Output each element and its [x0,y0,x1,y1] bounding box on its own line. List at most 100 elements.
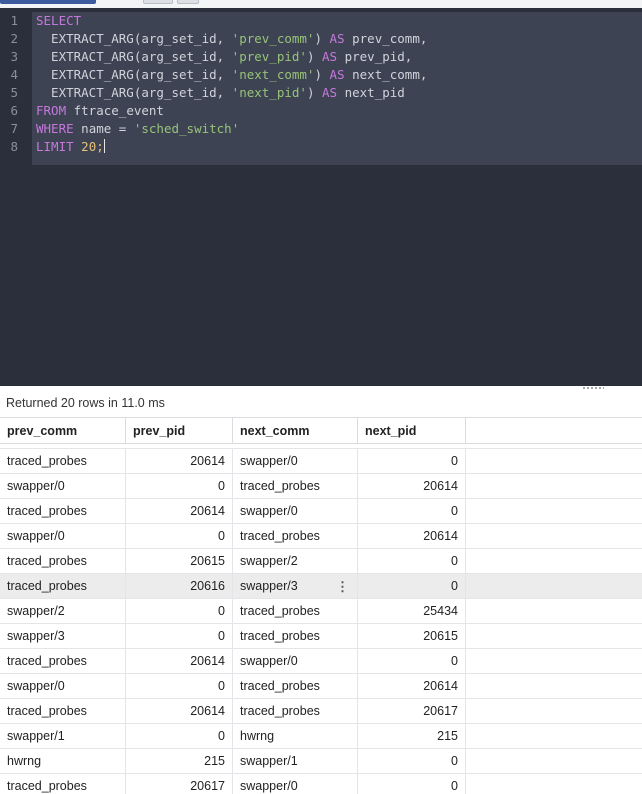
table-row[interactable]: traced_probes 20614 swapper/0 0 [0,649,642,674]
code-token: 'prev_comm' [231,31,315,46]
cell-next-comm[interactable]: hwrng [233,724,358,749]
cell-prev-comm[interactable]: swapper/2 [0,599,126,624]
code-line[interactable]: 8 LIMIT 20; [0,138,642,156]
cell-next-pid[interactable]: 215 [358,724,466,749]
cell-filler [466,474,642,499]
cell-next-comm[interactable]: swapper/1 [233,749,358,774]
cell-next-pid[interactable]: 0 [358,649,466,674]
cell-prev-pid[interactable]: 20617 [126,774,233,794]
cell-prev-comm[interactable]: traced_probes [0,549,126,574]
table-row[interactable]: traced_probes 20617 swapper/0 0 [0,774,642,794]
cell-next-comm[interactable]: traced_probes [233,674,358,699]
toolbar-button[interactable] [143,0,173,4]
cell-prev-comm[interactable]: traced_probes [0,574,126,599]
cell-prev-pid[interactable]: 215 [126,749,233,774]
table-row[interactable]: swapper/0 0 traced_probes 20614 [0,524,642,549]
cell-prev-comm[interactable]: swapper/0 [0,474,126,499]
cell-next-pid[interactable]: 0 [358,549,466,574]
table-row[interactable]: swapper/0 0 traced_probes 20614 [0,674,642,699]
cell-next-pid[interactable]: 25434 [358,599,466,624]
cell-prev-comm[interactable]: swapper/0 [0,674,126,699]
resize-bar[interactable] [0,386,642,392]
cell-text: swapper/2 [240,554,298,568]
cell-next-comm[interactable]: traced_probes [233,624,358,649]
cell-text: 0 [218,529,225,543]
column-header-prev-comm[interactable]: prev_comm [0,418,126,444]
table-row[interactable]: swapper/2 0 traced_probes 25434 [0,599,642,624]
cell-prev-comm[interactable]: traced_probes [0,449,126,474]
cell-next-pid[interactable]: 0 [358,774,466,794]
code-line[interactable]: 2 EXTRACT_ARG(arg_set_id, 'prev_comm') A… [0,30,642,48]
drag-handle-icon[interactable] [582,386,604,390]
cell-next-pid[interactable]: 0 [358,449,466,474]
cell-prev-pid[interactable]: 20615 [126,549,233,574]
code-line[interactable]: 1 SELECT [0,12,642,30]
cell-text: 20615 [190,554,225,568]
sql-editor[interactable]: 1 SELECT 2 EXTRACT_ARG(arg_set_id, 'prev_c… [0,8,642,386]
cell-next-comm[interactable]: traced_probes [233,474,358,499]
cell-prev-comm[interactable]: swapper/1 [0,724,126,749]
cell-next-pid[interactable]: 20617 [358,699,466,724]
column-header-next-pid[interactable]: next_pid [358,418,466,444]
table-row[interactable]: traced_probes 20614 traced_probes 20617 [0,699,642,724]
run-query-button[interactable] [0,0,96,4]
toolbar-button[interactable] [177,0,199,4]
cell-text: 215 [204,754,225,768]
table-row[interactable]: traced_probes 20615 swapper/2 0 [0,549,642,574]
cell-prev-pid[interactable]: 20614 [126,449,233,474]
cell-prev-pid[interactable]: 0 [126,474,233,499]
cell-text: 20614 [190,454,225,468]
cell-next-pid[interactable]: 0 [358,574,466,599]
code-line[interactable]: 7 WHERE name = 'sched_switch' [0,120,642,138]
cell-prev-pid[interactable]: 0 [126,524,233,549]
cell-prev-comm[interactable]: traced_probes [0,699,126,724]
cell-prev-comm[interactable]: swapper/0 [0,524,126,549]
cell-next-pid[interactable]: 20614 [358,474,466,499]
table-row[interactable]: traced_probes 20614 swapper/0 0 [0,449,642,474]
cell-prev-pid[interactable]: 20616 [126,574,233,599]
cell-prev-pid[interactable]: 0 [126,599,233,624]
cell-next-pid[interactable]: 20614 [358,524,466,549]
cell-prev-pid[interactable]: 20614 [126,649,233,674]
cell-prev-comm[interactable]: traced_probes [0,649,126,674]
cell-next-comm[interactable]: swapper/0 [233,649,358,674]
cell-prev-pid[interactable]: 0 [126,674,233,699]
code-line[interactable]: 4 EXTRACT_ARG(arg_set_id, 'next_comm') A… [0,66,642,84]
cell-prev-pid[interactable]: 0 [126,624,233,649]
cell-text: 20614 [190,504,225,518]
line-code: FROM ftrace_event [36,102,164,120]
table-row[interactable]: hwrng 215 swapper/1 0 [0,749,642,774]
cell-next-pid[interactable]: 20615 [358,624,466,649]
cell-next-comm[interactable]: traced_probes [233,599,358,624]
cell-next-comm[interactable]: swapper/2 [233,549,358,574]
cell-prev-pid[interactable]: 0 [126,724,233,749]
table-row[interactable]: traced_probes 20616 swapper/3 ⋮ 0 [0,574,642,599]
cell-next-comm[interactable]: traced_probes [233,524,358,549]
table-row[interactable]: swapper/1 0 hwrng 215 [0,724,642,749]
column-header-next-comm[interactable]: next_comm [233,418,358,444]
cell-next-comm[interactable]: swapper/3 ⋮ [233,574,358,599]
cell-prev-comm[interactable]: traced_probes [0,774,126,794]
table-row[interactable]: swapper/3 0 traced_probes 20615 [0,624,642,649]
cell-next-comm[interactable]: swapper/0 [233,499,358,524]
code-line[interactable]: 3 EXTRACT_ARG(arg_set_id, 'prev_pid') AS… [0,48,642,66]
cell-next-comm[interactable]: swapper/0 [233,774,358,794]
table-row[interactable]: traced_probes 20614 swapper/0 0 [0,499,642,524]
cell-prev-comm[interactable]: hwrng [0,749,126,774]
cell-prev-pid[interactable]: 20614 [126,499,233,524]
code-token: ) [314,67,330,82]
cell-prev-pid[interactable]: 20614 [126,699,233,724]
kebab-menu-icon[interactable]: ⋮ [336,574,349,599]
code-line[interactable]: 6 FROM ftrace_event [0,102,642,120]
cell-text: 0 [218,479,225,493]
cell-next-pid[interactable]: 0 [358,499,466,524]
cell-next-pid[interactable]: 20614 [358,674,466,699]
cell-prev-comm[interactable]: traced_probes [0,499,126,524]
cell-next-comm[interactable]: swapper/0 [233,449,358,474]
table-row[interactable]: swapper/0 0 traced_probes 20614 [0,474,642,499]
cell-next-pid[interactable]: 0 [358,749,466,774]
cell-prev-comm[interactable]: swapper/3 [0,624,126,649]
column-header-prev-pid[interactable]: prev_pid [126,418,233,444]
cell-next-comm[interactable]: traced_probes [233,699,358,724]
code-line[interactable]: 5 EXTRACT_ARG(arg_set_id, 'next_pid') AS… [0,84,642,102]
